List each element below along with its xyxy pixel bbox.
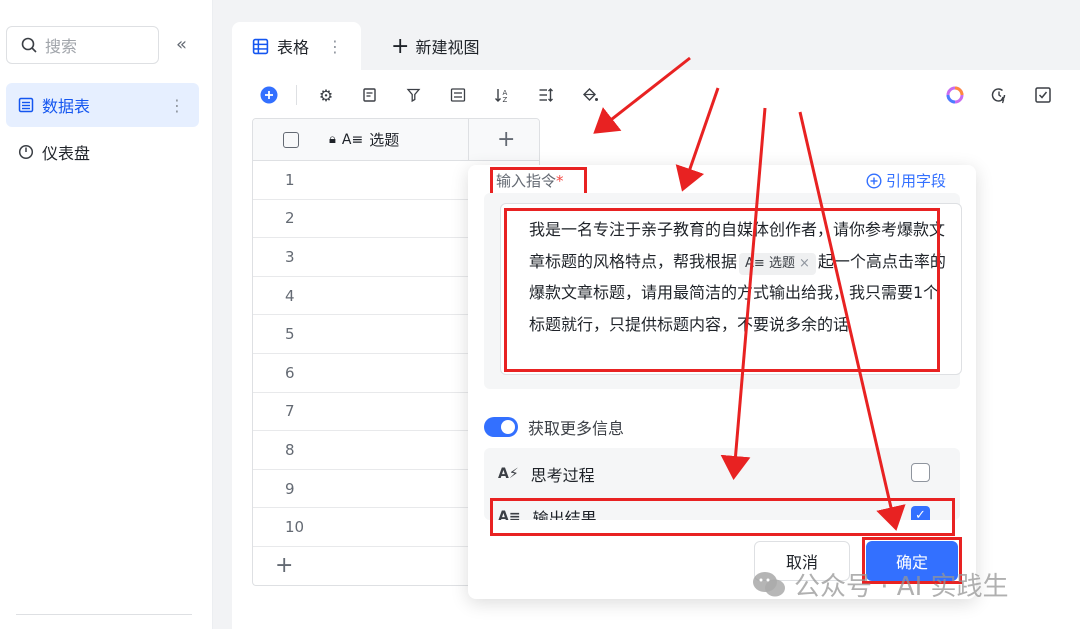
watermark-text: 公众号 · AI 实践生 [794,572,1009,602]
view-tabs: 表格 ⋮ + 新建视图 [232,22,479,70]
gear-icon: ⚙ [318,85,334,105]
option-label: 思考过程 [530,466,595,485]
toolbar: ⚙ AZ [254,80,619,110]
grid-rows: 1 2 3 4 5 6 7 8 9 10 [253,161,468,547]
sidebar: 搜索 « 数据表 ⋮ 仪表盘 [0,0,213,629]
sort-button[interactable]: AZ [487,80,517,110]
reference-field-label: 引用字段 [885,172,946,190]
table-row[interactable]: 8 [253,431,468,470]
task-button[interactable] [1028,80,1058,110]
table-row[interactable]: 9 [253,470,468,509]
row-number: 1 [285,170,295,189]
table-row[interactable]: 7 [253,393,468,432]
column-header-topic[interactable]: 🔒︎ A≡ 选题 [329,129,399,150]
tab-more-icon[interactable]: ⋮ [327,37,343,56]
settings-button[interactable]: ⚙ [311,80,341,110]
sidebar-item-label: 数据表 [42,97,91,116]
column-name: 选题 [369,131,400,149]
row-number: 7 [285,402,295,421]
grid-icon [252,38,269,54]
more-info-toggle[interactable] [484,417,518,437]
clock-bolt-icon [991,88,1006,104]
sidebar-divider [16,614,192,615]
watermark: 公众号 · AI 实践生 [752,566,1009,603]
add-column-button[interactable]: + [497,127,515,152]
group-icon [450,88,466,102]
automation-button[interactable] [984,80,1014,110]
table-row[interactable]: 10 [253,508,468,547]
text-field-icon: A≡ [341,131,364,148]
row-number: 8 [285,440,295,459]
ai-field-config-popup: 输入指令* 引用字段 我是一名专注于亲子教育的自媒体创作者，请你参考爆款文章标题… [468,165,976,599]
collapse-sidebar-icon[interactable]: « [176,34,187,55]
table-row[interactable]: 6 [253,354,468,393]
new-view-label: 新建视图 [415,38,480,57]
lock-icon: 🔒︎ [329,132,336,147]
table-row[interactable]: 3 [253,238,468,277]
plus-circle-outline-icon [866,172,882,189]
ai-button[interactable] [940,80,970,110]
toolbar-right [940,80,1058,110]
sidebar-item-dashboard[interactable]: 仪表盘 [6,130,199,174]
tab-table[interactable]: 表格 ⋮ [232,22,362,70]
app-root: 搜索 « 数据表 ⋮ 仪表盘 表格 ⋮ + 新建视图 ⚙ A Z 🔒︎ A≡ 选… [0,0,1080,629]
tab-label: 表格 [277,38,310,57]
sidebar-item-label: 仪表盘 [42,144,91,163]
row-number: 9 [285,479,295,498]
ai-ring-icon [946,86,964,104]
filter-button[interactable] [399,80,429,110]
search-placeholder: 搜索 [45,37,78,56]
more-info-toggle-row: 获取更多信息 [484,415,624,439]
select-all-checkbox[interactable] [283,132,299,148]
add-record-button[interactable] [254,80,284,110]
grid-header: 🔒︎ A≡ 选题 + [253,119,539,161]
wechat-icon [753,571,785,596]
ai-text-icon: A⚡ [498,466,519,482]
more-icon[interactable]: ⋮ [169,96,185,115]
table-row[interactable]: 2 [253,200,468,239]
table-row[interactable]: 4 [253,277,468,316]
sidebar-item-table[interactable]: 数据表 ⋮ [6,83,199,127]
table-icon [18,97,34,113]
fill-color-button[interactable] [575,80,605,110]
field-icon [363,88,376,102]
row-number: 6 [285,363,295,382]
table-row[interactable]: 5 [253,315,468,354]
reference-field-button[interactable]: 引用字段 [866,170,946,191]
row-height-button[interactable] [531,80,561,110]
paint-bucket-icon [583,88,598,101]
annotation-box-prompt [504,208,940,372]
search-icon [21,37,37,53]
row-number: 2 [285,209,295,228]
add-row-button[interactable]: + [275,553,293,578]
svg-text:Z: Z [503,96,508,103]
row-height-icon [539,88,553,102]
row-number: 10 [285,518,305,537]
thinking-checkbox[interactable] [911,463,930,482]
row-number: 5 [285,325,295,344]
field-config-button[interactable] [355,80,385,110]
toggle-label: 获取更多信息 [528,419,625,438]
annotation-box-output [490,498,955,536]
filter-icon [406,88,421,103]
toolbar-divider [296,85,297,105]
check-square-icon [1035,87,1051,103]
search-input[interactable]: 搜索 [6,26,159,64]
new-view-button[interactable]: + 新建视图 [361,22,479,70]
dashboard-icon [18,144,34,160]
plus-icon: + [391,33,410,59]
group-button[interactable] [443,80,473,110]
row-number: 4 [285,286,295,305]
table-row[interactable]: 1 [253,161,468,200]
column-divider [468,119,469,161]
plus-circle-icon [260,86,278,104]
sort-icon: AZ [495,89,508,103]
option-thinking: A⚡ 思考过程 [498,462,595,486]
row-number: 3 [285,247,295,266]
